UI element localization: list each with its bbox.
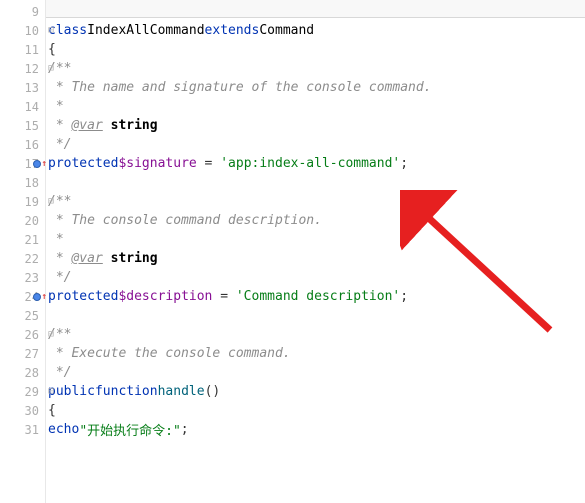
keyword: protected [48, 156, 118, 171]
comment: * [48, 251, 71, 266]
brace: { [48, 42, 56, 57]
comment: * Execute the console command. [48, 346, 291, 361]
doc-tag: @var [71, 118, 102, 133]
string: 'Command description' [236, 289, 400, 304]
comment: */ [48, 365, 71, 380]
string: "开始执行命令:" [79, 420, 180, 439]
line-number: 9 [32, 5, 39, 19]
vcs-marker-icon[interactable]: ↑ [33, 159, 47, 169]
line-number: 12 [25, 62, 39, 76]
variable: $signature [118, 156, 196, 171]
comment: * [48, 232, 64, 247]
keyword: echo [48, 422, 79, 437]
line-number: 26 [25, 328, 39, 342]
type-name: Command [259, 23, 314, 38]
comment: * The console command description. [48, 213, 322, 228]
brace: { [48, 403, 56, 418]
comment: * [48, 118, 71, 133]
line-number: 11 [25, 43, 39, 57]
fold-icon[interactable]: ⊟ [45, 25, 57, 37]
doc-tag: @var [71, 251, 102, 266]
line-number: 27 [25, 347, 39, 361]
comment: * [48, 99, 64, 114]
doc-type: string [111, 251, 158, 266]
line-number: 28 [25, 366, 39, 380]
gutter: 9 10 11 12 13 14 15 16 17 ↑ 18 19 20 21 … [0, 0, 46, 503]
comment: */ [48, 137, 71, 152]
line-number: 23 [25, 271, 39, 285]
fold-icon[interactable]: ⊟ [45, 63, 57, 75]
line-number: 30 [25, 404, 39, 418]
line-number: 21 [25, 233, 39, 247]
variable: $description [118, 289, 212, 304]
fold-icon[interactable]: ⊟ [45, 329, 57, 341]
code-editor[interactable]: ⊟ class IndexAllCommand extends Command … [46, 0, 585, 503]
line-number: 20 [25, 214, 39, 228]
comment: * The name and signature of the console … [48, 80, 432, 95]
line-number: 13 [25, 81, 39, 95]
line-number: 29 [25, 385, 39, 399]
line-number: 15 [25, 119, 39, 133]
line-number: 18 [25, 176, 39, 190]
fold-icon[interactable]: ⊟ [45, 386, 57, 398]
line-number: 19 [25, 195, 39, 209]
fold-icon[interactable]: ⊟ [45, 196, 57, 208]
class-name: IndexAllCommand [87, 23, 204, 38]
function-name: handle [158, 384, 205, 399]
doc-type: string [111, 118, 158, 133]
line-number: 31 [25, 423, 39, 437]
keyword: function [95, 384, 158, 399]
line-number: 10 [25, 24, 39, 38]
keyword: protected [48, 289, 118, 304]
line-number: 25 [25, 309, 39, 323]
line-number: 14 [25, 100, 39, 114]
keyword: extends [205, 23, 260, 38]
line-number: 22 [25, 252, 39, 266]
string: 'app:index-all-command' [220, 156, 400, 171]
line-number: 16 [25, 138, 39, 152]
vcs-marker-icon[interactable]: ↑ [33, 292, 47, 302]
comment: */ [48, 270, 71, 285]
